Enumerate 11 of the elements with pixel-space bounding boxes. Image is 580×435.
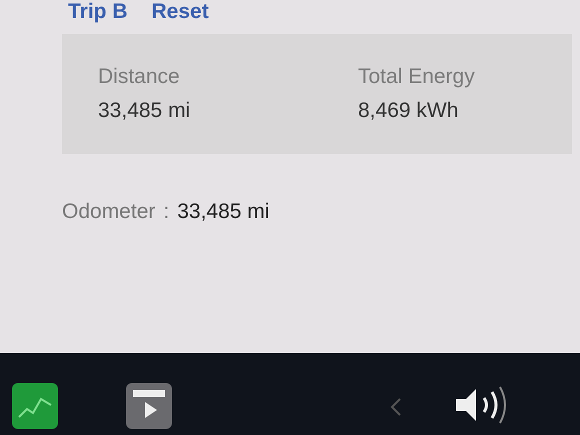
stat-value: 33,485 mi [98, 99, 192, 123]
reset-link[interactable]: Reset [152, 0, 209, 24]
odometer-label: Odometer [62, 200, 156, 224]
stat-label: Distance [98, 65, 181, 89]
separator: : [163, 200, 170, 224]
odometer-value: 33,485 mi [177, 200, 270, 224]
video-app-icon[interactable] [126, 383, 172, 429]
stat-label: Total Energy [358, 65, 476, 89]
trip-b-tab[interactable]: Trip B [68, 0, 128, 24]
stat-value: 8,469 kWh [358, 99, 460, 123]
chevron-left-icon[interactable] [390, 397, 402, 417]
